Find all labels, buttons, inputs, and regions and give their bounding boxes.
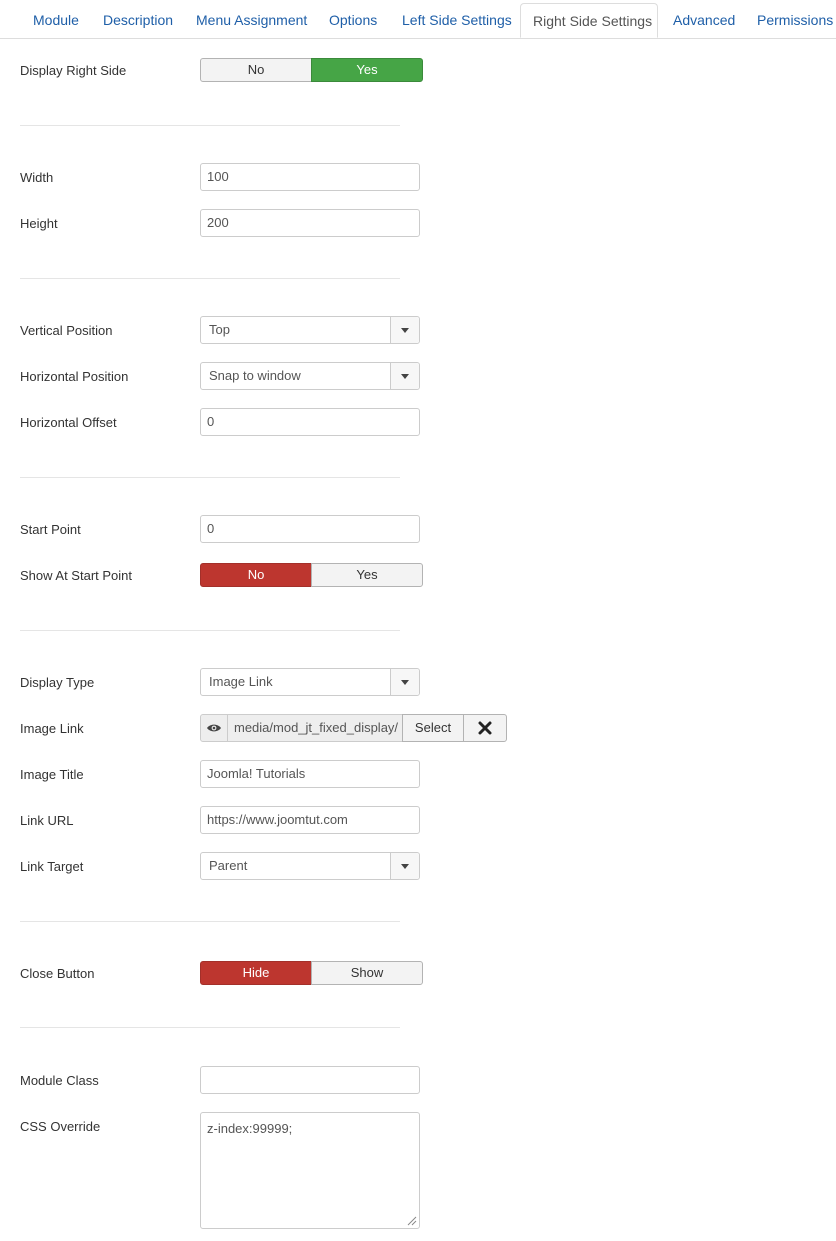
horizontal-offset-input[interactable]: 0 xyxy=(200,408,420,436)
module-class-label: Module Class xyxy=(20,1073,99,1088)
show-at-start-point-no-button[interactable]: No xyxy=(200,563,312,587)
tab-description[interactable]: Description xyxy=(103,3,173,37)
tab-left-side-settings[interactable]: Left Side Settings xyxy=(402,3,512,37)
show-at-start-point-toggle: No Yes xyxy=(200,563,423,587)
image-title-input[interactable]: Joomla! Tutorials xyxy=(200,760,420,788)
height-label: Height xyxy=(20,216,58,231)
css-override-value: z-index:99999; xyxy=(207,1121,293,1136)
image-link-select-button[interactable]: Select xyxy=(402,714,464,742)
tab-module[interactable]: Module xyxy=(33,3,79,37)
resize-grip-icon[interactable] xyxy=(405,1214,417,1226)
image-link-path: media/mod_jt_fixed_display/ xyxy=(227,714,403,742)
horizontal-position-label: Horizontal Position xyxy=(20,369,129,384)
horizontal-position-select[interactable]: Snap to window xyxy=(200,362,420,390)
close-button-show-button[interactable]: Show xyxy=(311,961,423,985)
section-divider xyxy=(20,125,400,126)
tab-menu-assignment[interactable]: Menu Assignment xyxy=(196,3,307,37)
display-type-select[interactable]: Image Link xyxy=(200,668,420,696)
display-right-side-label: Display Right Side xyxy=(20,63,127,78)
tab-options[interactable]: Options xyxy=(329,3,377,37)
css-override-textarea[interactable]: z-index:99999; xyxy=(200,1112,420,1229)
vertical-position-label: Vertical Position xyxy=(20,323,113,338)
link-target-select[interactable]: Parent xyxy=(200,852,420,880)
width-label: Width xyxy=(20,170,54,185)
width-input[interactable]: 100 xyxy=(200,163,420,191)
display-right-side-toggle: No Yes xyxy=(200,58,423,82)
link-target-value: Parent xyxy=(209,858,248,873)
height-input[interactable]: 200 xyxy=(200,209,420,237)
display-right-side-yes-button[interactable]: Yes xyxy=(311,58,423,82)
image-title-label: Image Title xyxy=(20,767,84,782)
horizontal-position-value: Snap to window xyxy=(209,368,301,383)
horizontal-offset-label: Horizontal Offset xyxy=(20,415,117,430)
tab-bar: Module Description Menu Assignment Optio… xyxy=(0,0,836,39)
link-url-input[interactable]: https://www.joomtut.com xyxy=(200,806,420,834)
section-divider xyxy=(20,1027,400,1028)
display-right-side-no-button[interactable]: No xyxy=(200,58,312,82)
display-type-value: Image Link xyxy=(209,674,273,689)
module-class-input[interactable] xyxy=(200,1066,420,1094)
section-divider xyxy=(20,477,400,478)
close-button-hide-button[interactable]: Hide xyxy=(200,961,312,985)
section-divider xyxy=(20,278,400,279)
eye-icon[interactable] xyxy=(200,714,228,742)
link-url-label: Link URL xyxy=(20,813,74,828)
close-button-toggle: Hide Show xyxy=(200,961,423,985)
chevron-down-icon[interactable] xyxy=(390,669,419,695)
chevron-down-icon[interactable] xyxy=(390,363,419,389)
display-type-label: Display Type xyxy=(20,675,95,690)
tab-advanced[interactable]: Advanced xyxy=(673,3,735,37)
css-override-label: CSS Override xyxy=(20,1119,101,1134)
start-point-label: Start Point xyxy=(20,522,81,537)
section-divider xyxy=(20,630,400,631)
vertical-position-value: Top xyxy=(209,322,230,337)
tab-right-side-settings[interactable]: Right Side Settings xyxy=(520,3,658,38)
close-icon[interactable] xyxy=(463,714,507,742)
section-divider xyxy=(20,921,400,922)
vertical-position-select[interactable]: Top xyxy=(200,316,420,344)
close-button-label: Close Button xyxy=(20,966,95,981)
start-point-input[interactable]: 0 xyxy=(200,515,420,543)
chevron-down-icon[interactable] xyxy=(390,853,419,879)
show-at-start-point-label: Show At Start Point xyxy=(20,568,133,583)
chevron-down-icon[interactable] xyxy=(390,317,419,343)
link-target-label: Link Target xyxy=(20,859,84,874)
show-at-start-point-yes-button[interactable]: Yes xyxy=(311,563,423,587)
image-link-label: Image Link xyxy=(20,721,84,736)
tab-permissions[interactable]: Permissions xyxy=(757,3,833,37)
